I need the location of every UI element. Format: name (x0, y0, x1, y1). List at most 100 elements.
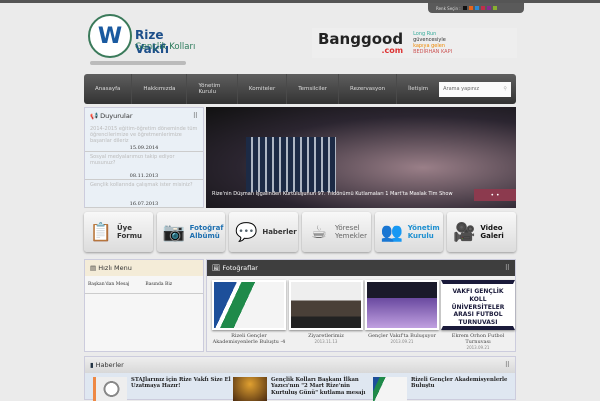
grid-icon[interactable]: ⠿ (505, 361, 510, 369)
news-item[interactable]: Gençlik Kolları Başkanı İlkan Yazıcı'nın… (233, 377, 373, 401)
photo-banner-text: VAKFI GENÇLİK KOLL ÜNİVERSİTELER ARASI F… (451, 288, 505, 327)
slider-pagination[interactable]: • • (474, 189, 516, 201)
ad-domain: .com (381, 45, 404, 55)
button-label: Haberler (262, 227, 297, 236)
search-input[interactable]: Arama yapınız ⚲ (439, 81, 511, 97)
news-item[interactable]: Rizeli Gençler Akademisyenlerle Buluştu (373, 377, 513, 401)
grid-icon[interactable]: ⠿ (505, 264, 510, 272)
button-label: Yönetim (407, 223, 440, 232)
nav-hakkimizda[interactable]: Hakkımızda (132, 74, 188, 104)
button-label: Yemekler (335, 232, 367, 240)
photo-title: Ekrem Orhon Futbol Turnuvası (451, 333, 505, 345)
quick-link-basinda-biz[interactable]: Basında Biz (145, 282, 172, 287)
announcement-date: 15.09.2014 (129, 145, 159, 151)
slide-caption: Rize'nin Düşman İşgalinden Kurtuluşunun … (212, 191, 453, 197)
uye-formu-button[interactable]: 📋 Üye Formu (84, 212, 153, 252)
fotograf-albumu-button[interactable]: 📷 Fotoğraf Albümü (156, 212, 226, 252)
photo-date: 2013.09.21 (466, 345, 490, 350)
announcements-panel: 📢 Duyurular ⠿ 2014-2015 eğitim-öğretim dö… (84, 107, 204, 208)
quick-menu-title: Hızlı Menu (98, 264, 132, 272)
button-label: Fotoğraf (189, 223, 224, 232)
button-label: Formu (117, 232, 143, 240)
announcement-item[interactable]: Gençlik kollarında çalışmak ister misini… (85, 180, 203, 208)
photo-item[interactable]: VAKFI GENÇLİK KOLL ÜNİVERSİTELER ARASI F… (441, 280, 515, 350)
news-item[interactable]: STAJlarınız için Rize Vakfı Size El Uzat… (93, 377, 233, 401)
quick-buttons: 📋 Üye Formu 📷 Fotoğraf Albümü 💬 Haberler ☕ Yör… (84, 212, 517, 252)
announcements-header: 📢 Duyurular ⠿ (85, 108, 203, 124)
color-swatch[interactable] (480, 6, 485, 10)
photo-item[interactable]: Rizeli Gençler Akademisyenlerle Buluştu … (212, 280, 286, 345)
yonetim-kurulu-button[interactable]: 👥 Yönetim Kurulu (374, 212, 444, 252)
video-camera-icon: 🎥 (453, 221, 476, 243)
site-logo[interactable]: W Rize Vakfı Gençlik Kolları (88, 12, 198, 67)
ad-slogan: BEDİRHAN KAPI (413, 49, 453, 55)
news-header: ▮ Haberler ⠿ (85, 357, 515, 373)
nav-rezervasyon[interactable]: Rezervasyon (339, 74, 398, 104)
color-swatch[interactable] (462, 6, 467, 10)
photo-thumbnail (289, 280, 363, 330)
photo-icon: 🖼 (212, 264, 221, 272)
photo-thumbnail: VAKFI GENÇLİK KOLL ÜNİVERSİTELER ARASI F… (441, 280, 515, 330)
people-icon: 👥 (380, 221, 403, 243)
color-swatch[interactable] (468, 6, 473, 10)
news-panel: ▮ Haberler ⠿ STAJlarınız için Rize Vakfı … (84, 356, 516, 401)
photo-title: Rizeli Gençler Akademisyenlerle Buluştu … (212, 333, 286, 345)
news-bubble-icon: 💬 (235, 221, 258, 243)
nav-anasayfa[interactable]: Anasayfa (84, 74, 133, 104)
color-swatch[interactable] (492, 6, 497, 10)
search-placeholder: Arama yapınız (443, 86, 479, 92)
photo-thumbnail (365, 280, 439, 330)
nav-komiteler[interactable]: Komiteler (238, 74, 288, 104)
image-slider[interactable]: Rize'nin Düşman İşgalinden Kurtuluşunun … (206, 107, 516, 208)
announcement-text: Gençlik kollarında çalışmak ister misini… (90, 182, 193, 188)
ad-brand: Banggood (318, 29, 404, 48)
announcement-date: 08.11.2013 (129, 173, 159, 179)
photo-date: 2013.11.13 (314, 339, 338, 344)
logo-emblem-icon: W (88, 14, 132, 58)
button-label: Kurulu (407, 232, 434, 240)
nav-temsilciler[interactable]: Temsilciler (287, 74, 340, 104)
button-label: Video (480, 223, 503, 232)
color-label: Renk Seçin : (436, 5, 461, 11)
tea-cup-icon: ☕ (310, 221, 328, 243)
slide-image (246, 137, 336, 192)
news-thumbnail (233, 377, 267, 401)
announcement-date: 16.07.2013 (129, 201, 159, 207)
ad-banner[interactable]: Banggood .com Long Run güvencesiyle kapıy… (312, 28, 517, 58)
quick-menu-panel: ▤ Hızlı Menu Başkan'dan Mesaj Basında Biz (84, 259, 204, 352)
photos-header: 🖼 Fotoğraflar ⠿ (207, 260, 515, 276)
news-headline: Gençlik Kolları Başkanı İlkan Yazıcı'nın… (271, 377, 366, 396)
yoresel-yemekler-button[interactable]: ☕ Yöresel Yemekler (302, 212, 371, 252)
video-galeri-button[interactable]: 🎥 Video Galeri (447, 212, 517, 252)
news-headline: Rizeli Gençler Akademisyenlerle Buluştu (411, 377, 508, 390)
search-icon[interactable]: ⚲ (503, 86, 507, 92)
nav-yonetim-kurulu[interactable]: Yönetim Kurulu (187, 74, 238, 104)
quick-link-baskan-mesaj[interactable]: Başkan'dan Mesaj (88, 282, 129, 287)
photos-panel: 🖼 Fotoğraflar ⠿ Rizeli Gençler Akademisye… (206, 259, 516, 352)
button-label: Yöresel (335, 223, 360, 232)
announcement-text: Sosyal medyalarımızı takip ediyor musunu… (90, 154, 175, 166)
menu-icon: ▤ (90, 264, 97, 272)
quick-menu-header: ▤ Hızlı Menu (85, 260, 203, 276)
nav-iletisim[interactable]: İletişim (397, 74, 439, 104)
photo-thumbnail (212, 280, 286, 330)
main-nav: Anasayfa Hakkımızda Yönetim Kurulu Komit… (84, 74, 516, 104)
button-label: Albümü (189, 232, 220, 240)
photos-title: Fotoğraflar (222, 264, 258, 272)
color-swatch[interactable] (486, 6, 491, 10)
photo-item[interactable]: Ziyaretlerimiz 2013.11.13 (289, 280, 363, 344)
grid-icon[interactable]: ⠿ (193, 112, 198, 120)
camera-icon: 📷 (162, 221, 185, 243)
color-swatch[interactable] (474, 6, 479, 10)
news-thumbnail (93, 377, 127, 401)
announcement-item[interactable]: 2014-2015 eğitim-öğretim döneminde tüm ö… (85, 124, 203, 152)
color-picker: Renk Seçin : (428, 3, 524, 13)
news-headline: STAJlarınız için Rize Vakfı Size El Uzat… (131, 377, 231, 390)
haberler-button[interactable]: 💬 Haberler (229, 212, 299, 252)
button-label: Üye (117, 223, 132, 232)
logo-subtitle: Gençlik Kolları (135, 42, 196, 52)
announcement-item[interactable]: Sosyal medyalarımızı takip ediyor musunu… (85, 152, 203, 180)
book-icon: ▮ (90, 361, 94, 369)
announcement-text: 2014-2015 eğitim-öğretim döneminde tüm ö… (90, 126, 198, 144)
photo-item[interactable]: Gençler Vakıf'ta Buluşuyor 2013.09.21 (365, 280, 439, 344)
